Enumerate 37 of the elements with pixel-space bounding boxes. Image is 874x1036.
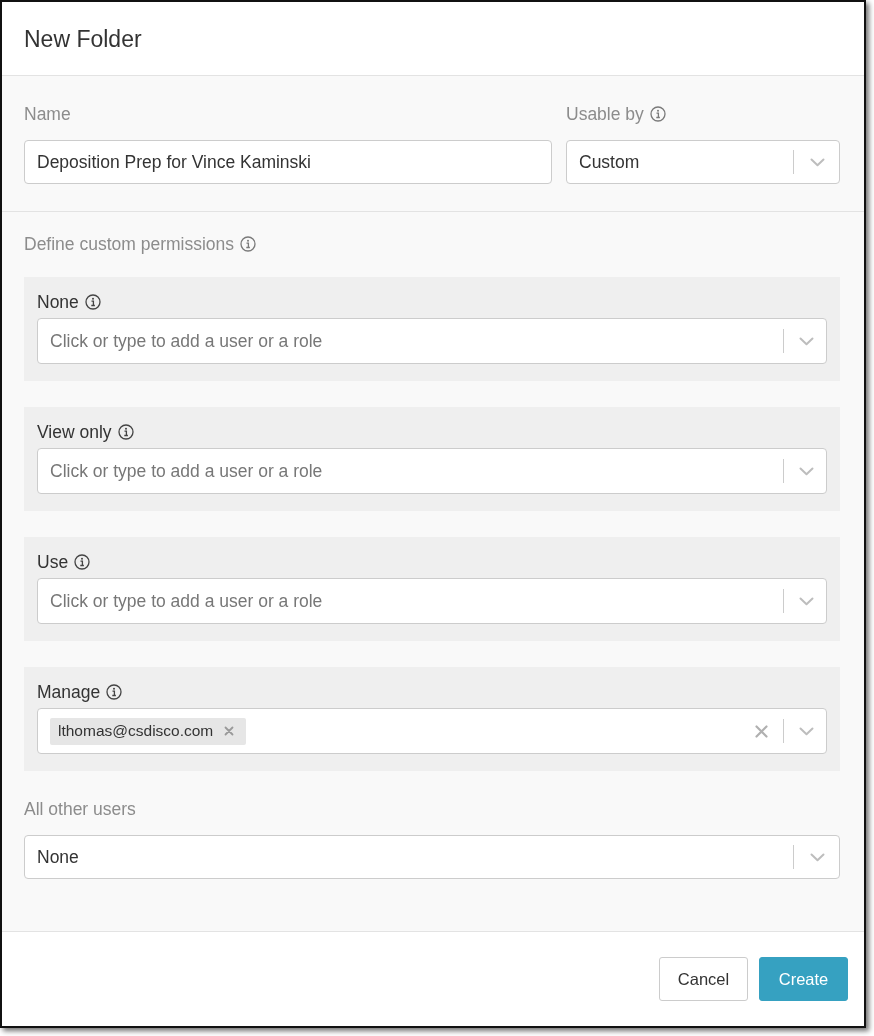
- user-role-select[interactable]: Click or type to add a user or a role: [37, 318, 827, 364]
- user-role-select[interactable]: Click or type to add a user or a role: [37, 578, 827, 624]
- group-label: View only: [37, 421, 112, 444]
- user-role-select[interactable]: lthomas@csdisco.com: [37, 708, 827, 754]
- group-label: Use: [37, 551, 69, 574]
- chevron-down-icon[interactable]: [799, 466, 814, 476]
- tag-text: lthomas@csdisco.com: [58, 721, 214, 742]
- chevron-down-icon[interactable]: [799, 596, 814, 606]
- user-role-input[interactable]: Click or type to add a user or a role: [50, 588, 783, 614]
- dialog-title: New Folder: [24, 24, 142, 54]
- info-icon[interactable]: [84, 294, 101, 310]
- name-input[interactable]: Deposition Prep for Vince Kaminski: [24, 140, 552, 184]
- info-icon[interactable]: [74, 554, 91, 570]
- cancel-button[interactable]: Cancel: [659, 957, 748, 1001]
- user-role-input[interactable]: Click or type to add a user or a role: [50, 328, 783, 354]
- usable-by-select[interactable]: Custom: [566, 140, 840, 184]
- chevron-down-icon[interactable]: [810, 157, 825, 167]
- info-icon[interactable]: [240, 236, 257, 252]
- chevron-down-icon[interactable]: [810, 852, 825, 862]
- user-role-select[interactable]: Click or type to add a user or a role: [37, 448, 827, 494]
- section-heading: Define custom permissions: [24, 233, 235, 256]
- info-icon[interactable]: [106, 684, 123, 700]
- chevron-down-icon[interactable]: [799, 726, 814, 736]
- select-value: Custom: [579, 150, 641, 174]
- info-icon[interactable]: [649, 106, 666, 122]
- chevron-down-icon[interactable]: [799, 336, 814, 346]
- field-label: Name: [24, 103, 71, 126]
- select-value: None: [37, 845, 80, 869]
- group-label: Manage: [37, 681, 101, 704]
- user-role-input[interactable]: Click or type to add a user or a role: [50, 458, 783, 484]
- field-label: Usable by: [566, 103, 644, 126]
- remove-icon[interactable]: [224, 726, 235, 736]
- info-icon[interactable]: [117, 424, 134, 440]
- clear-icon[interactable]: [755, 724, 768, 738]
- all-users-select[interactable]: None: [24, 835, 840, 879]
- group-label: None: [37, 291, 79, 314]
- field-label: All other users: [24, 798, 136, 821]
